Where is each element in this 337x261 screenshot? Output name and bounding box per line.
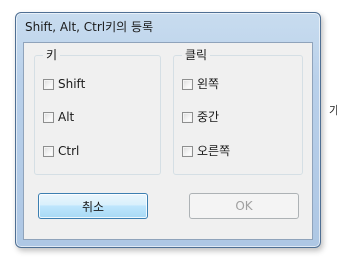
shift-checkbox[interactable]: Shift (43, 76, 85, 92)
click-groupbox: 클릭 왼쪽 중간 오른쪽 (173, 47, 303, 175)
alt-checkbox[interactable]: Alt (43, 109, 74, 125)
ok-button[interactable]: OK (189, 193, 299, 219)
dialog-title: Shift, Alt, Ctrl키의 등록 (25, 20, 154, 34)
left-click-checkbox-box[interactable] (182, 78, 193, 90)
key-group-title: 키 (43, 47, 61, 63)
ctrl-checkbox-label: Ctrl (58, 144, 80, 158)
ctrl-checkbox[interactable]: Ctrl (43, 143, 79, 159)
dialog-client-area: 키 Shift Alt Ctrl 클릭 왼쪽 중간 오른쪽 취소 OK (23, 42, 313, 240)
left-click-checkbox-label: 왼쪽 (197, 77, 220, 91)
alt-checkbox-box[interactable] (43, 111, 54, 123)
alt-checkbox-label: Alt (58, 110, 75, 124)
shift-checkbox-box[interactable] (43, 78, 54, 90)
click-group-title: 클릭 (182, 47, 211, 63)
middle-click-checkbox-label: 중간 (197, 110, 220, 124)
right-click-checkbox-box[interactable] (182, 145, 193, 157)
middle-click-checkbox-box[interactable] (182, 111, 193, 123)
screen: 가 Shift, Alt, Ctrl키의 등록 키 Shift Alt Ctrl (0, 0, 337, 261)
register-keys-dialog: Shift, Alt, Ctrl키의 등록 키 Shift Alt Ctrl 클… (15, 12, 321, 248)
middle-click-checkbox[interactable]: 중간 (182, 109, 219, 125)
right-click-checkbox-label: 오른쪽 (197, 144, 231, 158)
left-click-checkbox[interactable]: 왼쪽 (182, 76, 219, 92)
dialog-titlebar[interactable]: Shift, Alt, Ctrl키의 등록 (16, 13, 320, 39)
ctrl-checkbox-box[interactable] (43, 145, 54, 157)
cancel-button[interactable]: 취소 (38, 193, 148, 219)
right-click-checkbox[interactable]: 오른쪽 (182, 143, 230, 159)
key-groupbox: 키 Shift Alt Ctrl (34, 47, 161, 175)
background-text-fragment: 가 (329, 104, 337, 117)
shift-checkbox-label: Shift (58, 77, 86, 91)
